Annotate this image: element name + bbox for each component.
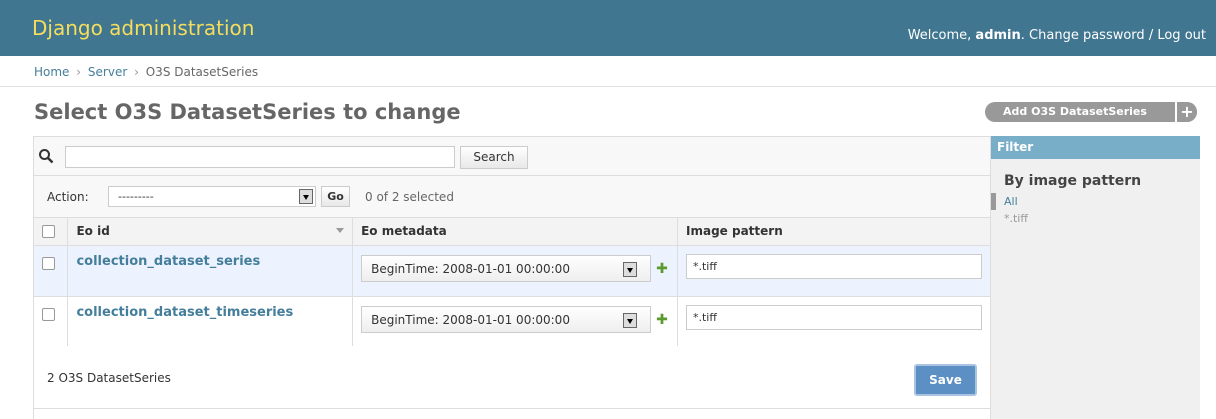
change-password-link[interactable]: Change password bbox=[1029, 28, 1145, 43]
table-header-row: Eo id Eo metadata Image pattern bbox=[34, 218, 990, 246]
filter-panel: Filter By image pattern All *.tiff bbox=[991, 136, 1200, 419]
filter-header: Filter bbox=[991, 136, 1200, 159]
eo-metadata-select[interactable]: BeginTime: 2008-01-01 00:00:00 bbox=[361, 305, 652, 333]
filter-option-all[interactable]: All bbox=[991, 193, 1200, 210]
row-select-cell bbox=[34, 245, 69, 297]
image-pattern-input[interactable] bbox=[686, 253, 982, 279]
eo-id-cell: collection_dataset_series bbox=[67, 245, 354, 297]
eo-metadata-cell: BeginTime: 2008-01-01 00:00:00 ✚ bbox=[352, 245, 678, 297]
user-tools: Welcome, admin. Change password / Log ou… bbox=[908, 28, 1206, 43]
table-row: collection_dataset_timeseries BeginTime:… bbox=[34, 296, 990, 348]
chevron-down-icon bbox=[623, 312, 638, 328]
paginator: 2 O3S DatasetSeries Save bbox=[34, 346, 990, 409]
row-checkbox[interactable] bbox=[42, 307, 55, 321]
breadcrumb: Home › Server › O3S DatasetSeries bbox=[0, 56, 1216, 87]
site-branding[interactable]: Django administration bbox=[32, 16, 254, 40]
search-icon bbox=[39, 149, 54, 164]
chevron-down-icon bbox=[299, 189, 313, 204]
eo-id-link[interactable]: collection_dataset_series bbox=[76, 254, 260, 269]
add-dataset-series-button[interactable]: Add O3S DatasetSeries + bbox=[985, 102, 1197, 122]
result-count: 2 O3S DatasetSeries bbox=[47, 371, 171, 385]
action-selected-option: --------- bbox=[118, 190, 154, 203]
column-label: Image pattern bbox=[686, 224, 783, 239]
search-button[interactable]: Search bbox=[460, 146, 528, 169]
eo-id-cell: collection_dataset_timeseries bbox=[67, 296, 354, 348]
select-all-checkbox[interactable] bbox=[42, 224, 55, 238]
selection-counter: 0 of 2 selected bbox=[365, 190, 454, 204]
sort-icon[interactable] bbox=[336, 228, 345, 233]
page-title: Select O3S DatasetSeries to change bbox=[34, 100, 461, 124]
row-checkbox[interactable] bbox=[42, 256, 55, 270]
eo-metadata-select[interactable]: BeginTime: 2008-01-01 00:00:00 bbox=[361, 254, 652, 282]
eo-metadata-value: BeginTime: 2008-01-01 00:00:00 bbox=[371, 312, 570, 327]
welcome-suffix: . bbox=[1020, 28, 1025, 43]
filter-list: All *.tiff bbox=[991, 193, 1200, 227]
search-input[interactable] bbox=[65, 146, 455, 168]
plus-icon: + bbox=[1175, 102, 1197, 122]
go-button[interactable]: Go bbox=[321, 186, 350, 207]
add-related-icon[interactable]: ✚ bbox=[656, 312, 668, 328]
breadcrumb-current: O3S DatasetSeries bbox=[145, 65, 259, 79]
search-toolbar: Search bbox=[34, 136, 990, 176]
eo-metadata-cell: BeginTime: 2008-01-01 00:00:00 ✚ bbox=[352, 296, 678, 348]
column-label: Eo metadata bbox=[361, 224, 447, 239]
breadcrumb-separator: › bbox=[76, 65, 82, 79]
welcome-text: Welcome, bbox=[907, 28, 976, 43]
table-row: collection_dataset_series BeginTime: 200… bbox=[34, 245, 990, 297]
eo-id-link[interactable]: collection_dataset_timeseries bbox=[76, 305, 293, 320]
action-label: Action: bbox=[47, 190, 89, 204]
filter-option-tiff[interactable]: *.tiff bbox=[991, 210, 1200, 227]
save-button[interactable]: Save bbox=[914, 364, 977, 396]
column-header-eo-id[interactable]: Eo id bbox=[67, 218, 354, 246]
add-related-icon[interactable]: ✚ bbox=[656, 261, 668, 277]
action-select[interactable]: --------- bbox=[108, 186, 316, 207]
breadcrumb-home[interactable]: Home bbox=[34, 65, 69, 79]
eo-metadata-value: BeginTime: 2008-01-01 00:00:00 bbox=[371, 261, 570, 276]
breadcrumb-separator: › bbox=[134, 65, 139, 79]
image-pattern-cell bbox=[677, 245, 990, 297]
select-all-header bbox=[34, 218, 69, 246]
logout-link[interactable]: Log out bbox=[1157, 28, 1206, 43]
image-pattern-input[interactable] bbox=[686, 304, 982, 330]
filter-title: By image pattern bbox=[1004, 173, 1142, 189]
result-table: Eo id Eo metadata Image pattern collecti… bbox=[34, 218, 990, 348]
column-label: Eo id bbox=[76, 224, 110, 239]
add-button-label: Add O3S DatasetSeries bbox=[1003, 105, 1147, 118]
user-tools-separator: / bbox=[1148, 28, 1154, 43]
row-select-cell bbox=[34, 296, 69, 348]
chevron-down-icon bbox=[623, 261, 638, 277]
column-header-eo-metadata: Eo metadata bbox=[352, 218, 678, 246]
image-pattern-cell bbox=[677, 296, 990, 348]
username: admin bbox=[975, 28, 1021, 43]
changelist: Search Action: --------- Go 0 of 2 selec… bbox=[33, 136, 991, 419]
breadcrumb-server[interactable]: Server bbox=[88, 65, 127, 79]
actions-bar: Action: --------- Go 0 of 2 selected bbox=[34, 176, 990, 218]
column-header-image-pattern: Image pattern bbox=[677, 218, 990, 246]
header: Django administration Welcome, admin. Ch… bbox=[0, 0, 1216, 56]
